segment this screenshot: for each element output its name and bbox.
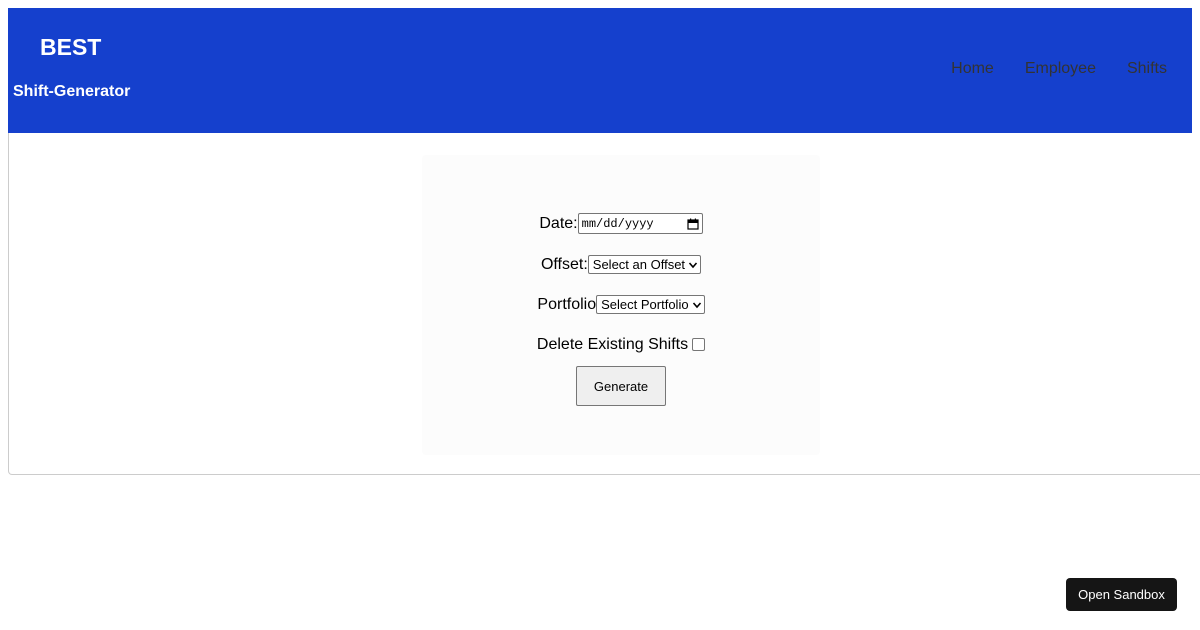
offset-select[interactable]: Select an Offset — [587, 255, 702, 274]
delete-row: Delete Existing Shifts — [422, 336, 820, 354]
portfolio-label: Portfolio — [537, 295, 597, 313]
nav-link-employee[interactable]: Employee — [1025, 60, 1096, 78]
generate-row: Generate — [422, 366, 820, 406]
date-label: Date: — [539, 214, 578, 232]
delete-shifts-checkbox[interactable] — [692, 337, 706, 351]
date-input[interactable]: mm/dd/yyyy — [577, 213, 703, 234]
date-placeholder: mm/dd/yyyy — [581, 216, 654, 231]
chevron-down-icon — [688, 261, 698, 268]
offset-label: Offset: — [540, 255, 588, 273]
chevron-down-icon — [692, 301, 701, 308]
generate-button[interactable]: Generate — [576, 366, 666, 406]
shift-form: Date: mm/dd/yyyy Offset: Select an Offse… — [422, 155, 820, 455]
portfolio-select[interactable]: Select Portfolio — [596, 295, 705, 314]
date-row: Date: mm/dd/yyyy — [422, 213, 820, 234]
offset-selected-value: Select an Offset — [592, 257, 686, 272]
brand-title: BEST — [40, 34, 102, 60]
offset-row: Offset: Select an Offset — [422, 255, 820, 274]
portfolio-row: Portfolio Select Portfolio — [422, 295, 820, 314]
delete-shifts-label: Delete Existing Shifts — [536, 336, 689, 353]
open-sandbox-button[interactable]: Open Sandbox — [1066, 578, 1177, 611]
brand-subtitle: Shift-Generator — [13, 83, 131, 100]
calendar-icon[interactable] — [687, 218, 699, 230]
portfolio-selected-value: Select Portfolio — [601, 297, 689, 312]
main-nav: Home Employee Shifts — [951, 60, 1167, 78]
app-header: BEST Shift-Generator Home Employee Shift… — [8, 8, 1192, 133]
nav-link-home[interactable]: Home — [951, 60, 994, 78]
nav-link-shifts[interactable]: Shifts — [1127, 60, 1167, 78]
